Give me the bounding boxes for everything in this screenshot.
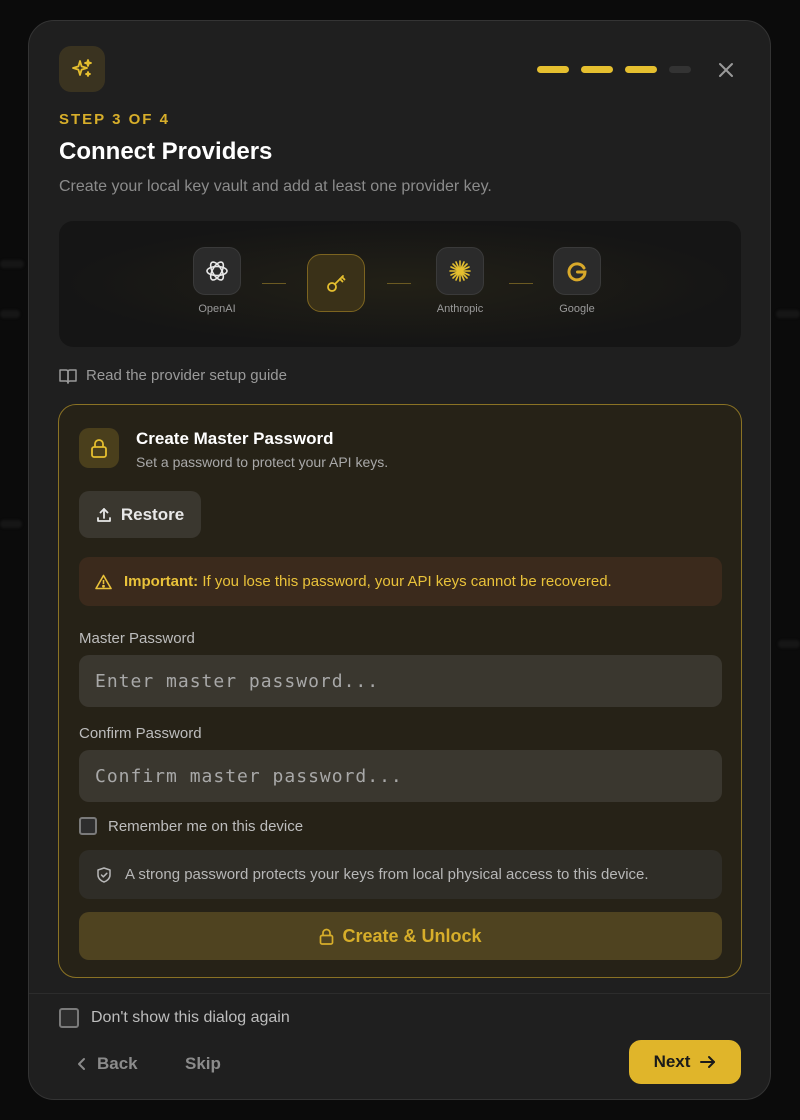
provider-anthropic[interactable]: Anthropic	[436, 247, 484, 315]
progress-step-4	[669, 66, 691, 73]
page-title: Connect Providers	[59, 138, 273, 165]
dont-show-again-checkbox[interactable]	[59, 1008, 79, 1028]
lock-icon	[320, 928, 334, 945]
step-label: STEP 3 OF 4	[59, 111, 170, 128]
security-info-text: A strong password protects your keys fro…	[125, 866, 649, 883]
remember-me-option[interactable]: Remember me on this device	[79, 817, 303, 835]
provider-strip: OpenAI Anthropic Google	[59, 221, 741, 347]
next-label: Next	[653, 1052, 691, 1071]
provider-google[interactable]: Google	[553, 247, 601, 315]
card-title: Create Master Password	[136, 429, 334, 448]
create-unlock-button[interactable]: Create & Unlock	[79, 912, 722, 960]
upload-icon	[96, 507, 111, 522]
sparkles-icon	[59, 46, 105, 92]
key-icon	[307, 254, 365, 312]
dont-show-again-option[interactable]: Don't show this dialog again	[59, 1008, 290, 1028]
setup-guide-link[interactable]: Read the provider setup guide	[59, 367, 287, 384]
provider-key[interactable]	[307, 254, 365, 312]
provider-openai[interactable]: OpenAI	[193, 247, 241, 315]
next-button[interactable]: Next	[629, 1040, 741, 1084]
alert-strong: Important:	[124, 573, 199, 590]
progress-step-1	[537, 66, 569, 73]
arrow-right-icon	[700, 1056, 716, 1068]
book-icon	[59, 368, 77, 384]
confirm-password-input[interactable]	[79, 750, 722, 802]
connector-line	[509, 283, 533, 284]
connector-line	[262, 283, 286, 284]
restore-button[interactable]: Restore	[79, 491, 201, 538]
master-password-card: Create Master Password Set a password to…	[58, 404, 742, 978]
master-password-label: Master Password	[79, 630, 195, 647]
progress-step-3	[625, 66, 657, 73]
shield-check-icon	[97, 866, 111, 883]
backdrop-text	[0, 520, 22, 528]
security-info: A strong password protects your keys fro…	[79, 850, 722, 899]
warning-alert: Important: If you lose this password, yo…	[79, 557, 722, 606]
dont-show-again-label: Don't show this dialog again	[91, 1009, 290, 1026]
create-unlock-label: Create & Unlock	[342, 925, 482, 946]
backdrop-text	[0, 310, 20, 318]
close-icon	[719, 63, 733, 77]
restore-label: Restore	[120, 504, 185, 524]
alert-body: If you lose this password, your API keys…	[198, 573, 612, 590]
provider-name: OpenAI	[198, 303, 236, 315]
alert-text: Important: If you lose this password, yo…	[124, 573, 612, 590]
setup-guide-label: Read the provider setup guide	[86, 367, 287, 384]
backdrop-text	[778, 640, 800, 648]
progress-step-2	[581, 66, 613, 73]
card-subtitle: Set a password to protect your API keys.	[136, 454, 389, 470]
onboarding-dialog: STEP 3 OF 4 Connect Providers Create you…	[28, 20, 771, 1100]
back-button[interactable]: Back	[77, 1054, 138, 1074]
connector-line	[387, 283, 411, 284]
backdrop-text	[776, 310, 800, 318]
chevron-left-icon	[78, 1058, 85, 1070]
page-subtitle: Create your local key vault and add at l…	[59, 178, 492, 195]
back-label: Back	[97, 1054, 138, 1073]
openai-icon	[193, 247, 241, 295]
backdrop-text	[0, 260, 24, 268]
skip-button[interactable]: Skip	[185, 1054, 221, 1074]
close-button[interactable]	[714, 58, 738, 82]
master-password-input[interactable]	[79, 655, 722, 707]
footer-divider	[29, 993, 770, 994]
lock-icon	[79, 428, 119, 468]
provider-name: Google	[559, 303, 595, 315]
provider-name: Anthropic	[436, 303, 484, 315]
warning-icon	[95, 574, 112, 589]
confirm-password-label: Confirm Password	[79, 725, 202, 742]
google-icon	[553, 247, 601, 295]
anthropic-icon	[436, 247, 484, 295]
remember-me-checkbox[interactable]	[79, 817, 97, 835]
remember-me-label: Remember me on this device	[108, 817, 304, 835]
step-progress	[537, 66, 691, 73]
